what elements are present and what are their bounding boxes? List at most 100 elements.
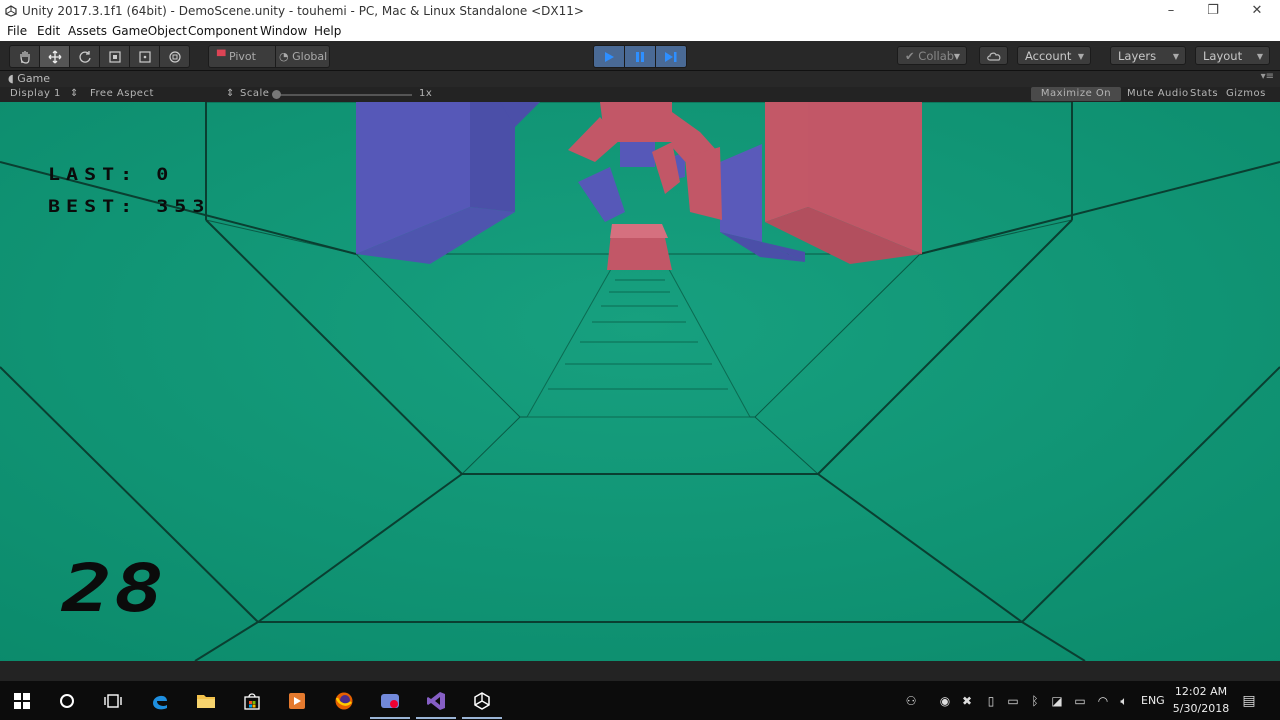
step-button[interactable] (656, 46, 686, 67)
global-label: Global (292, 50, 328, 63)
media-player-app[interactable] (286, 690, 308, 712)
bluetooth-icon[interactable]: ᛒ (1027, 693, 1043, 709)
collab-label: Collab (918, 49, 955, 63)
battery-icon[interactable]: ▭ (1072, 693, 1088, 709)
hud-last-value: 0 (156, 163, 175, 185)
window-title-bar: Unity 2017.3.1f1 (64bit) - DemoScene.uni… (0, 0, 1280, 22)
pivot-button[interactable]: ▀ Pivot (217, 46, 275, 67)
hand-icon (19, 50, 30, 64)
layers-label: Layers (1118, 49, 1157, 63)
task-view-button[interactable] (102, 690, 124, 712)
file-explorer-app[interactable] (195, 690, 217, 712)
volume-icon[interactable]: 🔈︎ (1116, 693, 1132, 709)
unity-taskbar-icon (474, 692, 490, 710)
language-indicator[interactable]: ENG (1141, 694, 1165, 707)
chevron-down-icon: ▼ (953, 52, 960, 61)
maximize-on-play-toggle[interactable]: Maximize On Play (1031, 87, 1121, 113)
edge-app[interactable] (149, 690, 171, 712)
discord-capture-icon (381, 694, 399, 708)
mute-audio-toggle[interactable]: Mute Audio (1127, 88, 1189, 99)
visual-studio-app[interactable] (425, 690, 447, 712)
store-app[interactable] (241, 690, 263, 712)
game-viewport[interactable]: LAST: 0 BEST: 353 28 (0, 102, 1280, 661)
hud-speed-counter: 28 (62, 550, 167, 627)
usb-drive-icon[interactable]: ▯ (983, 693, 999, 709)
tab-game[interactable]: ◖ Game (8, 72, 50, 85)
clock-time[interactable]: 12:02 AM (1172, 685, 1230, 698)
cloud-button[interactable] (979, 46, 1008, 65)
aspect-dropdown[interactable]: Free Aspect (90, 88, 154, 99)
playback-controls (593, 45, 687, 68)
stats-toggle[interactable]: Stats (1190, 88, 1218, 99)
menu-edit[interactable]: Edit (37, 24, 60, 38)
chevron-down-icon: ▼ (1256, 52, 1263, 61)
restore-button[interactable]: ❐ (1190, 0, 1236, 22)
firefox-icon (335, 692, 353, 710)
cortana-button[interactable] (56, 690, 78, 712)
editor-status-bar (0, 661, 1280, 681)
monitor-icon[interactable]: ▭ (1005, 693, 1021, 709)
discord-tray-icon[interactable]: ◉ (937, 693, 953, 709)
layout-label: Layout (1203, 49, 1243, 63)
rotate-icon (78, 50, 91, 63)
display-dropdown[interactable]: Display 1 (10, 88, 61, 99)
step-icon (665, 51, 677, 62)
account-dropdown[interactable]: Account ▼ (1017, 46, 1091, 65)
firefox-app[interactable] (333, 690, 355, 712)
menu-component[interactable]: Component (188, 24, 258, 38)
pause-icon (636, 51, 644, 62)
collab-dropdown[interactable]: ✔ Collab ▼ (897, 46, 967, 65)
close-button[interactable]: ✕ (1234, 0, 1280, 22)
pivot-global-toggle: ▀ Pivot ◔ Global (208, 45, 330, 68)
notifications-icon[interactable]: ▤ (1241, 693, 1257, 709)
tab-game-label: Game (17, 72, 51, 85)
menu-assets[interactable]: Assets (68, 24, 107, 38)
scale-slider-handle[interactable] (272, 90, 281, 99)
account-label: Account (1025, 49, 1072, 63)
gizmos-dropdown[interactable]: Gizmos (1226, 88, 1266, 99)
scale-value: 1x (419, 88, 433, 99)
start-button[interactable] (11, 690, 33, 712)
layers-dropdown[interactable]: Layers ▼ (1110, 46, 1186, 65)
active-app-indicator (416, 717, 456, 719)
scale-tool-button[interactable] (100, 46, 130, 67)
scale-slider-track[interactable] (276, 94, 412, 96)
rect-tool-icon (138, 50, 151, 63)
pivot-icon: ▀ (217, 50, 226, 63)
menu-bar: File Edit Assets GameObject Component Wi… (0, 22, 1280, 41)
global-button[interactable]: ◔ Global (279, 46, 329, 67)
menu-gameobject[interactable]: GameObject (112, 24, 187, 38)
transform-tool-button[interactable] (160, 46, 189, 67)
move-tool-button[interactable] (40, 46, 70, 67)
pause-button[interactable] (625, 46, 656, 67)
hud-best-value: 353 (156, 195, 211, 217)
people-icon[interactable]: ⚇ (903, 693, 919, 709)
hud-best-score: BEST: 353 (48, 196, 210, 216)
menu-window[interactable]: Window (260, 24, 307, 38)
unity-logo-icon (5, 5, 17, 17)
unity-app[interactable] (471, 690, 493, 712)
record-tray-icon[interactable]: ✖ (959, 693, 975, 709)
hand-tool-button[interactable] (10, 46, 40, 67)
layout-dropdown[interactable]: Layout ▼ (1195, 46, 1270, 65)
tunnel-scene (0, 102, 1280, 661)
move-icon (48, 50, 61, 63)
minimize-button[interactable]: – (1148, 0, 1194, 22)
rect-tool-button[interactable] (130, 46, 160, 67)
play-button[interactable] (594, 46, 625, 67)
discord-capture-app[interactable] (379, 690, 401, 712)
menu-help[interactable]: Help (314, 24, 341, 38)
main-toolbar: ▀ Pivot ◔ Global ✔ Collab ▼ Account ▼ La… (0, 41, 1280, 71)
nvidia-icon[interactable]: ◪ (1049, 693, 1065, 709)
aspect-dropdown-arrows-icon: ⇕ (226, 88, 235, 99)
close-icon: ✕ (1251, 3, 1263, 18)
folder-icon (197, 695, 215, 708)
tab-menu-icon[interactable]: ▾≡ (1261, 71, 1274, 82)
hud-best-label: BEST: (48, 195, 139, 217)
pivot-label: Pivot (228, 50, 256, 63)
wifi-icon[interactable]: ◠ (1095, 693, 1111, 709)
display-dropdown-arrows-icon: ⇕ (70, 88, 79, 99)
rotate-tool-button[interactable] (70, 46, 100, 67)
clock-date[interactable]: 5/30/2018 (1172, 702, 1230, 715)
menu-file[interactable]: File (7, 24, 27, 38)
